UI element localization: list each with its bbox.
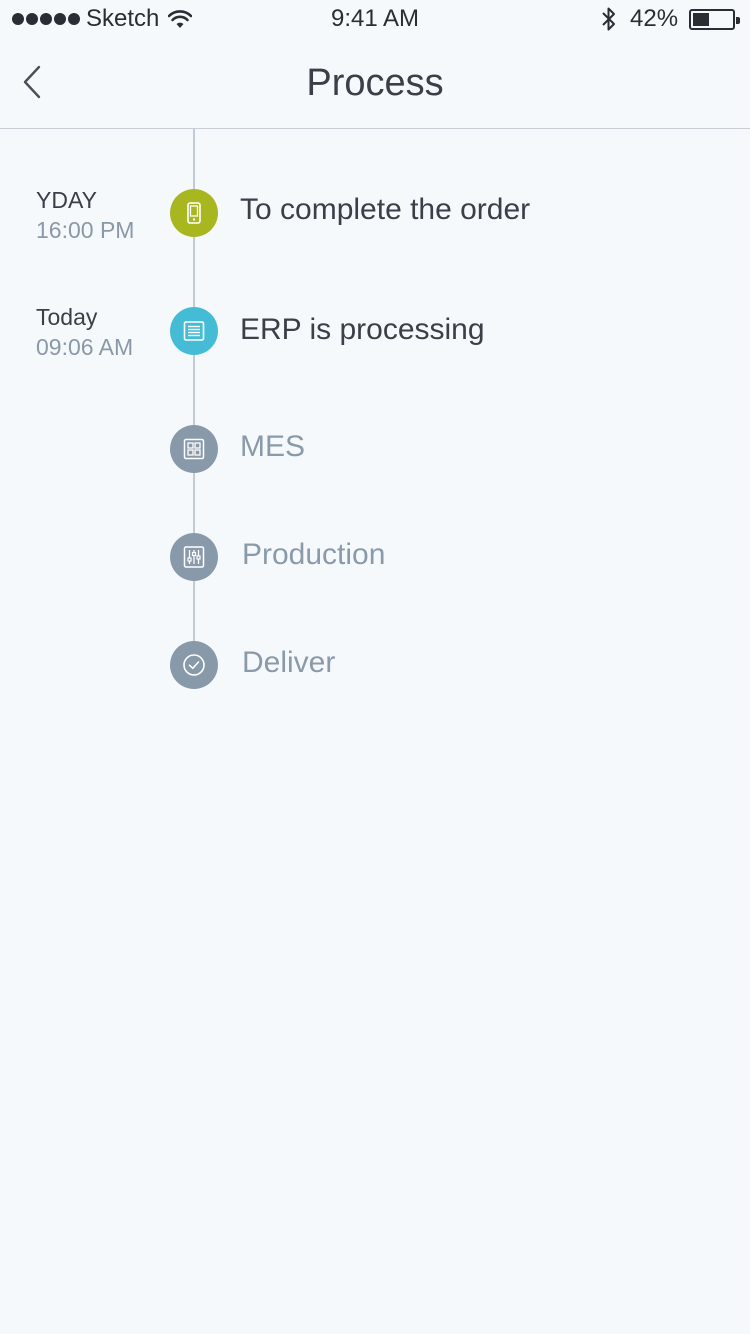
step-date: YDAY (36, 187, 97, 213)
sliders-icon (170, 533, 218, 581)
step-date: Today (36, 304, 98, 330)
step-label: Deliver (242, 646, 336, 679)
document-list-icon (170, 307, 218, 355)
step-label: To complete the order (240, 193, 531, 226)
status-bar: Sketch 9:41 AM 42% (0, 0, 750, 40)
battery-icon (689, 9, 740, 30)
grid-icon (170, 425, 218, 473)
navigation-bar: Process (0, 40, 750, 129)
step-time: 09:06 AM (36, 334, 134, 360)
step-time: 16:00 PM (36, 217, 135, 243)
check-circle-icon (170, 641, 218, 689)
step-label: MES (240, 430, 306, 463)
tablet-icon (170, 189, 218, 237)
step-label: ERP is processing (240, 313, 485, 346)
step-label: Production (242, 538, 386, 571)
bluetooth-icon (602, 7, 615, 31)
page-title: Process (306, 62, 444, 104)
battery-percentage: 42% (630, 5, 679, 32)
